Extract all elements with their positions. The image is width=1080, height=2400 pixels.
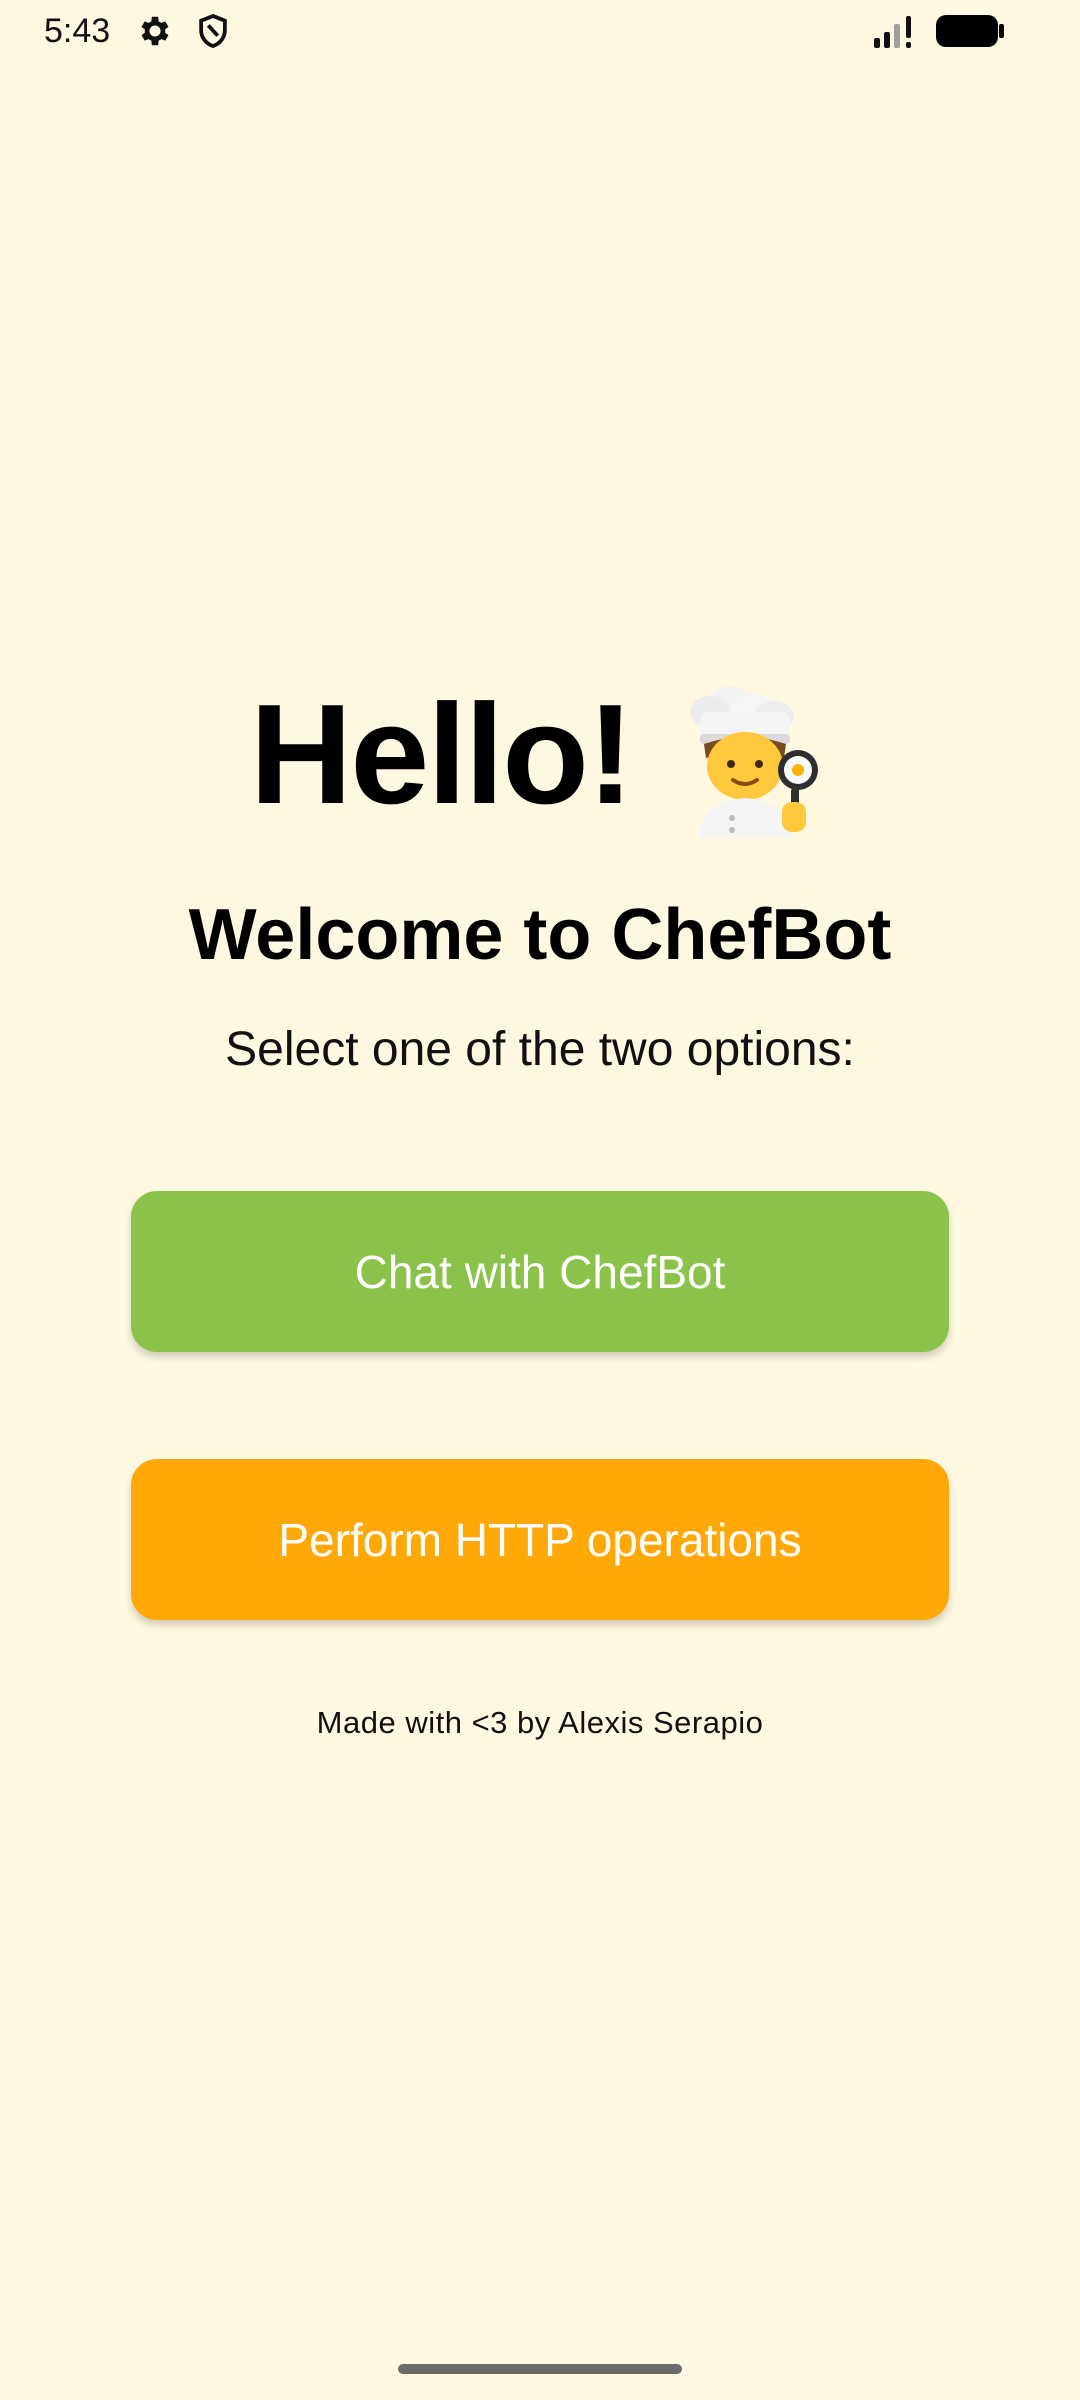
footer-credit: Made with <3 by Alexis Serapio	[316, 1705, 764, 1740]
status-bar: 5:43	[0, 0, 1080, 64]
welcome-title: Welcome to ChefBot	[188, 895, 892, 975]
hello-heading: Hello!	[249, 675, 634, 834]
hello-row: Hello!	[0, 670, 1080, 840]
signal-icon	[874, 16, 911, 48]
gear-icon	[141, 16, 169, 46]
chef-emoji-icon	[690, 686, 819, 838]
shield-icon	[199, 13, 227, 49]
status-time: 5:43	[44, 12, 111, 50]
home-indicator[interactable]	[398, 2364, 682, 2374]
chat-with-chefbot-button[interactable]: Chat with ChefBot	[131, 1191, 949, 1352]
perform-http-operations-button[interactable]: Perform HTTP operations	[131, 1459, 949, 1620]
subtitle: Select one of the two options:	[225, 1023, 855, 1076]
battery-icon	[936, 15, 1004, 47]
